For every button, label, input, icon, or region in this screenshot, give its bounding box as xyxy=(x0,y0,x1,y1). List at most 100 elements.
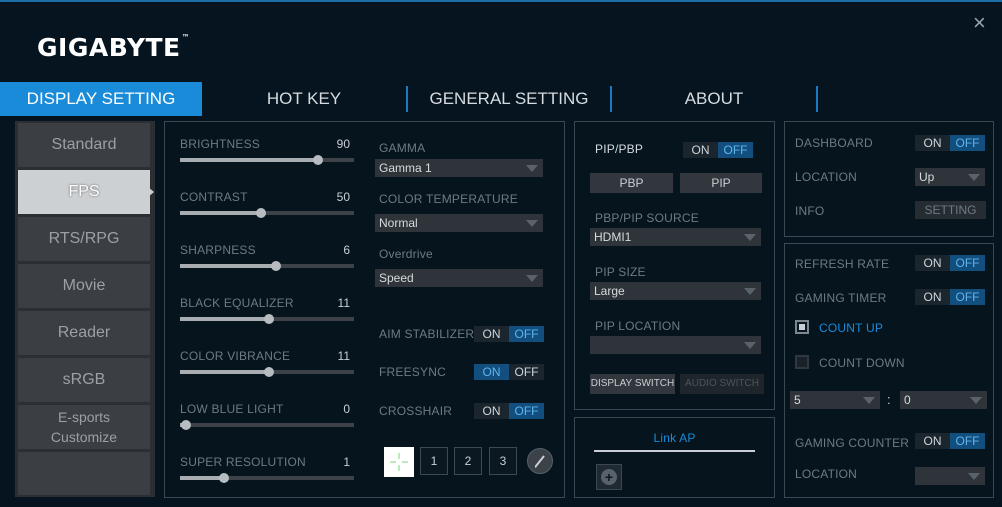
toggle-off[interactable]: OFF xyxy=(950,433,985,449)
slider-knob[interactable] xyxy=(271,261,281,271)
slider-knob[interactable] xyxy=(219,473,229,483)
timer-seconds-dropdown[interactable]: 0 xyxy=(900,391,987,409)
slider-track[interactable] xyxy=(180,420,354,430)
toggle-off[interactable]: OFF xyxy=(509,364,544,380)
pencil-icon xyxy=(535,455,545,468)
gaming-counter-toggle[interactable]: ON OFF xyxy=(915,433,985,449)
aim-stabilizer-toggle[interactable]: ON OFF xyxy=(474,326,544,342)
pip-size-dropdown[interactable]: Large xyxy=(590,282,761,300)
toggle-off[interactable]: OFF xyxy=(950,255,985,271)
aim-stabilizer-label: AIM STABILIZER xyxy=(379,327,475,341)
slider-value: 50 xyxy=(336,190,350,204)
gaming-counter-location-label: LOCATION xyxy=(795,467,858,481)
mode-fps[interactable]: FPS xyxy=(18,170,150,214)
toggle-on[interactable]: ON xyxy=(474,326,509,342)
crosshair-slot-2[interactable]: 2 xyxy=(454,447,482,475)
toggle-on[interactable]: ON xyxy=(915,135,950,151)
freesync-toggle[interactable]: ON OFF xyxy=(474,364,544,380)
tab-general-setting[interactable]: GENERAL SETTING xyxy=(410,82,608,116)
chevron-down-icon xyxy=(968,174,980,181)
toggle-on[interactable]: ON xyxy=(915,433,950,449)
toggle-off[interactable]: OFF xyxy=(509,326,544,342)
pip-source-dropdown[interactable]: HDMI1 xyxy=(590,228,761,246)
overdrive-dropdown[interactable]: Speed xyxy=(375,269,543,287)
toggle-on[interactable]: ON xyxy=(474,403,509,419)
toggle-on[interactable]: ON xyxy=(915,255,950,271)
timer-separator: : xyxy=(887,392,891,407)
pip-pbp-toggle[interactable]: ON OFF xyxy=(683,142,753,158)
crosshair-toggle[interactable]: ON OFF xyxy=(474,403,544,419)
color-temperature-dropdown[interactable]: Normal xyxy=(375,214,543,232)
toggle-off[interactable]: OFF xyxy=(509,403,544,419)
count-up-checkbox[interactable] xyxy=(795,320,809,334)
slider-track[interactable] xyxy=(180,314,354,324)
toggle-off[interactable]: OFF xyxy=(950,289,985,305)
slider-value: 6 xyxy=(343,243,350,257)
count-down-checkbox[interactable] xyxy=(795,355,809,369)
crosshair-preview[interactable] xyxy=(384,447,414,477)
slider-fill xyxy=(180,211,261,215)
slider-track[interactable] xyxy=(180,155,354,165)
slider-label: SHARPNESS xyxy=(180,243,256,257)
toggle-off[interactable]: OFF xyxy=(718,142,753,158)
crosshair-slot-1[interactable]: 1 xyxy=(420,447,448,475)
dashboard-info-label: INFO xyxy=(795,204,825,218)
pip-button[interactable]: PIP xyxy=(680,173,762,193)
dashboard-setting-button[interactable]: SETTING xyxy=(915,201,986,219)
slider-knob[interactable] xyxy=(264,314,274,324)
gaming-counter-location-dropdown[interactable] xyxy=(915,467,985,485)
mode-reader[interactable]: Reader xyxy=(18,311,150,355)
slider-knob[interactable] xyxy=(313,155,323,165)
timer-minutes-dropdown[interactable]: 5 xyxy=(790,391,880,409)
slider-track[interactable] xyxy=(180,367,354,377)
mode-srgb[interactable]: sRGB xyxy=(18,358,150,402)
slider-track[interactable] xyxy=(180,261,354,271)
crosshair-label: CROSSHAIR xyxy=(379,404,453,418)
pip-location-label: PIP LOCATION xyxy=(595,319,681,333)
slider-knob[interactable] xyxy=(264,367,274,377)
mode-rts-rpg[interactable]: RTS/RPG xyxy=(18,217,150,261)
count-down-label[interactable]: COUNT DOWN xyxy=(819,356,905,370)
slider-knob[interactable] xyxy=(256,208,266,218)
edit-crosshair-button[interactable] xyxy=(527,448,553,474)
overdrive-label: Overdrive xyxy=(379,247,433,261)
slider-label: COLOR VIBRANCE xyxy=(180,349,291,363)
tab-about[interactable]: ABOUT xyxy=(614,82,814,116)
chevron-down-icon xyxy=(526,165,538,172)
slider-value: 0 xyxy=(343,402,350,416)
dashboard-toggle[interactable]: ON OFF xyxy=(915,135,985,151)
close-icon[interactable]: × xyxy=(973,10,986,36)
add-link-button[interactable]: + xyxy=(596,464,622,490)
slider-fill xyxy=(180,317,269,321)
link-ap-label[interactable]: Link AP xyxy=(594,431,755,445)
refresh-rate-toggle[interactable]: ON OFF xyxy=(915,255,985,271)
tab-hot-key[interactable]: HOT KEY xyxy=(206,82,402,116)
slider-track[interactable] xyxy=(180,208,354,218)
pip-pbp-label: PIP/PBP xyxy=(595,142,644,156)
toggle-off[interactable]: OFF xyxy=(950,135,985,151)
mode-standard[interactable]: Standard xyxy=(18,123,150,167)
toggle-on[interactable]: ON xyxy=(474,364,509,380)
slider-label: SUPER RESOLUTION xyxy=(180,455,306,469)
display-switch-button[interactable]: DISPLAY SWITCH xyxy=(590,374,675,394)
slider-track[interactable] xyxy=(180,473,354,483)
slider-knob[interactable] xyxy=(181,420,191,430)
slider-fill xyxy=(180,476,224,480)
pbp-button[interactable]: PBP xyxy=(590,173,673,193)
mode-movie[interactable]: Movie xyxy=(18,264,150,308)
dashboard-location-dropdown[interactable]: Up xyxy=(915,168,985,186)
mode-esports-customize[interactable]: E-sports Customize xyxy=(18,405,150,449)
toggle-on[interactable]: ON xyxy=(683,142,718,158)
gamma-dropdown[interactable]: Gamma 1 xyxy=(375,159,543,177)
gaming-timer-toggle[interactable]: ON OFF xyxy=(915,289,985,305)
audio-switch-button[interactable]: AUDIO SWITCH xyxy=(680,374,764,394)
gaming-timer-label: GAMING TIMER xyxy=(795,291,887,305)
crosshair-slot-3[interactable]: 3 xyxy=(489,447,517,475)
chevron-down-icon xyxy=(863,397,875,404)
pip-location-dropdown[interactable] xyxy=(590,336,761,354)
count-up-label[interactable]: COUNT UP xyxy=(819,321,883,335)
tab-display-setting[interactable]: DISPLAY SETTING xyxy=(0,82,202,116)
toggle-on[interactable]: ON xyxy=(915,289,950,305)
gamma-label: GAMMA xyxy=(379,141,426,155)
slider-fill xyxy=(180,264,276,268)
